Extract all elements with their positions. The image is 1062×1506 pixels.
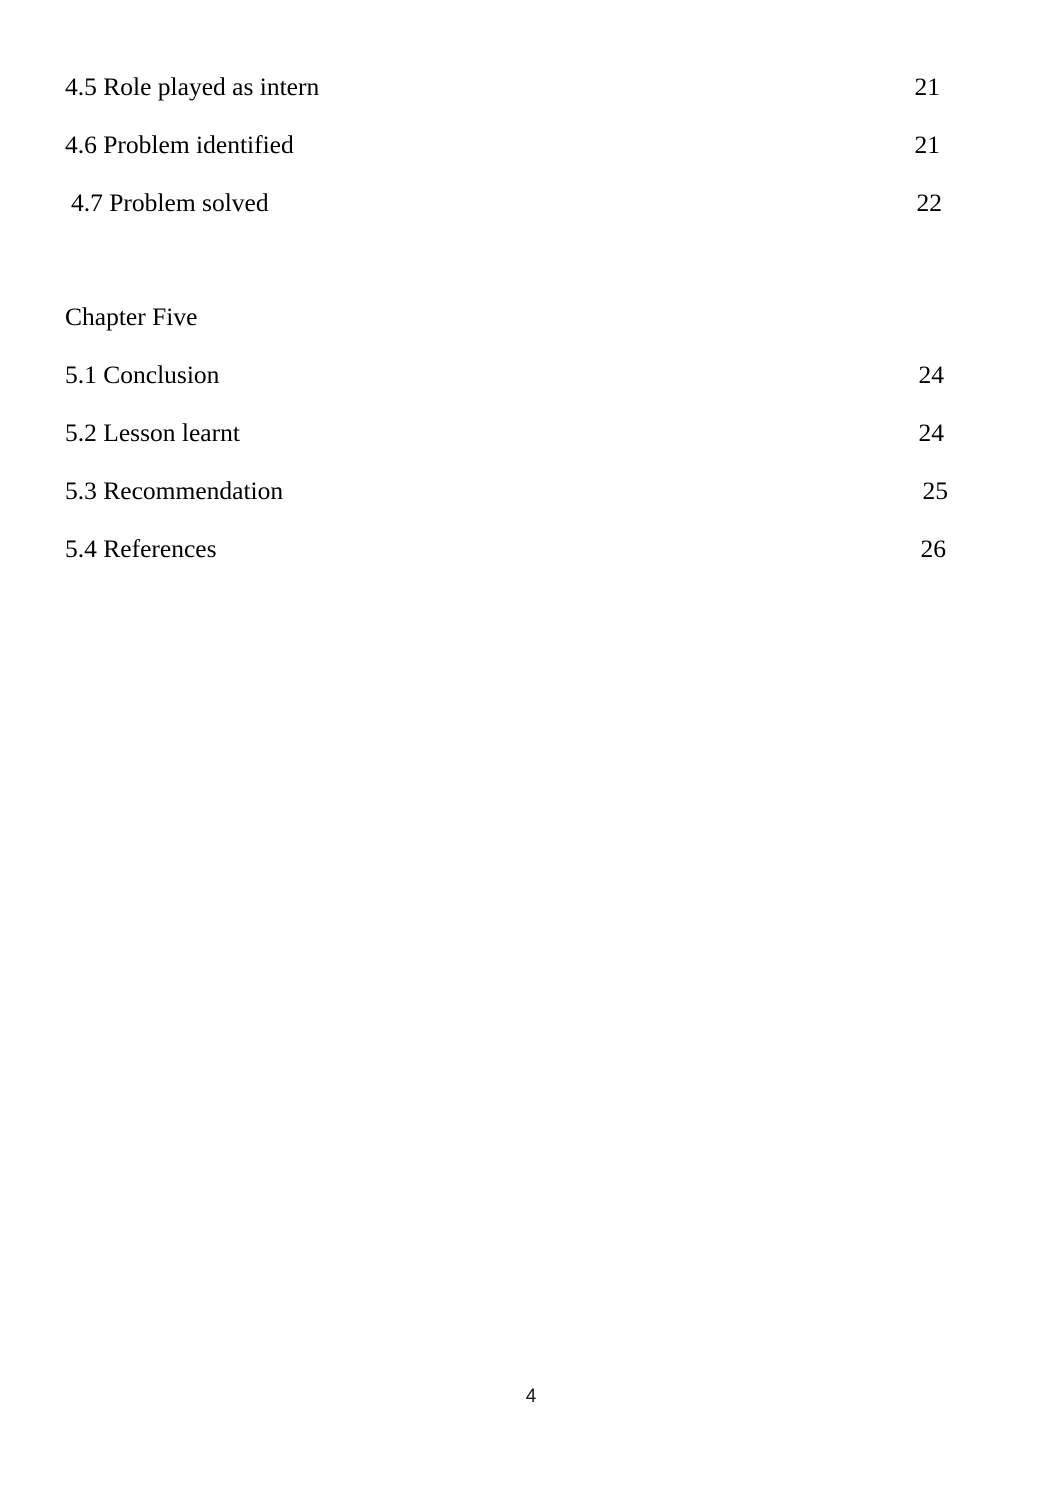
toc-entry[interactable]: 5.2 Lesson learnt 24 <box>65 404 955 462</box>
toc-entry-label: 5.4 References <box>65 534 217 563</box>
toc-entry-label: 5.1 Conclusion <box>65 360 220 389</box>
toc-entry[interactable]: 4.5 Role played as intern 21 <box>65 58 955 116</box>
toc-entry-label: 4.5 Role played as intern <box>65 72 320 101</box>
toc-entry-page-number: 22 <box>916 188 943 217</box>
toc-entry-page-number: 21 <box>914 72 941 101</box>
toc-entry-label: 4.7 Problem solved <box>71 188 269 217</box>
page-number: 4 <box>525 1386 537 1407</box>
toc-entry[interactable]: 5.4 References 26 <box>65 520 955 578</box>
toc-entry[interactable]: 5.3 Recommendation 25 <box>65 462 955 520</box>
toc-entry-page-number: 26 <box>920 534 947 563</box>
toc-entry-page-number: 25 <box>922 476 949 505</box>
toc-entry-page-number: 21 <box>914 130 941 159</box>
toc-entry[interactable]: 5.1 Conclusion 24 <box>65 346 955 404</box>
document-page: 4.5 Role played as intern 21 4.6 Problem… <box>0 0 1062 1506</box>
toc-entry[interactable]: 4.7 Problem solved 22 <box>65 174 955 232</box>
page-footer: 4 <box>0 1386 1062 1408</box>
toc-entry-label: 5.2 Lesson learnt <box>65 418 240 447</box>
toc-section-chapter-five: Chapter Five 5.1 Conclusion 24 5.2 Lesso… <box>65 288 955 578</box>
toc-entry-page-number: 24 <box>918 418 945 447</box>
toc-entry-page-number: 24 <box>918 360 945 389</box>
toc-entry[interactable]: 4.6 Problem identified 21 <box>65 116 955 174</box>
toc-section-chapter-four: 4.5 Role played as intern 21 4.6 Problem… <box>65 58 955 232</box>
toc-chapter-heading: Chapter Five <box>65 302 198 331</box>
toc-entry-label: 4.6 Problem identified <box>65 130 294 159</box>
toc-entry-label: 5.3 Recommendation <box>65 476 284 505</box>
